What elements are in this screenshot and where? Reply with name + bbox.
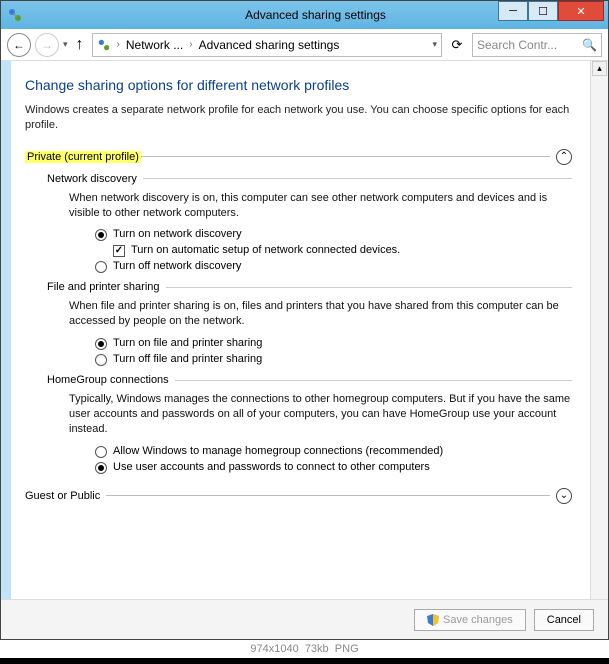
crumb-sep-icon: › <box>187 39 194 50</box>
divider <box>143 178 572 179</box>
network-icon <box>97 38 111 52</box>
caption-size: 73kb <box>305 643 329 655</box>
caption-dims: 974x1040 <box>250 643 298 655</box>
scroll-up-icon[interactable]: ▴ <box>592 61 607 76</box>
radio-hg-use-label: Use user accounts and passwords to conne… <box>113 461 430 473</box>
radio-hg-allow[interactable] <box>95 446 107 458</box>
expand-guest-button[interactable]: ⌄ <box>556 488 572 504</box>
radio-fp-on-label: Turn on file and printer sharing <box>113 337 262 349</box>
footer: Save changes Cancel <box>1 599 608 639</box>
collapse-private-button[interactable]: ⌃ <box>556 149 572 165</box>
checkbox-nd-auto[interactable] <box>113 245 125 257</box>
crumb-advanced-sharing[interactable]: Advanced sharing settings <box>199 38 340 52</box>
recent-dropdown-icon[interactable]: ▾ <box>63 39 68 50</box>
left-gutter <box>1 61 11 599</box>
maximize-button[interactable]: ☐ <box>528 1 558 21</box>
section-guest-label: Guest or Public <box>25 490 106 502</box>
page-intro: Windows creates a separate network profi… <box>25 103 572 133</box>
up-button[interactable]: ↑ <box>72 37 88 53</box>
titlebar: Advanced sharing settings ─ ☐ ✕ <box>1 1 608 29</box>
section-private: Private (current profile) ⌃ <box>25 149 572 165</box>
radio-fp-off-label: Turn off file and printer sharing <box>113 353 262 365</box>
control-panel-icon <box>7 7 23 23</box>
homegroup-label: HomeGroup connections <box>47 374 175 386</box>
save-changes-label: Save changes <box>443 614 513 626</box>
breadcrumb[interactable]: › Network ... › Advanced sharing setting… <box>92 33 442 57</box>
back-button[interactable]: ← <box>7 33 31 57</box>
refresh-button[interactable]: ⟳ <box>446 34 468 56</box>
section-private-label: Private (current profile) <box>25 151 141 163</box>
radio-hg-use[interactable] <box>95 462 107 474</box>
navigation-bar: ← → ▾ ↑ › Network ... › Advanced sharing… <box>1 29 608 61</box>
search-icon: 🔍 <box>582 38 597 52</box>
radio-nd-on[interactable] <box>95 229 107 241</box>
content-area: Change sharing options for different net… <box>11 61 590 599</box>
divider <box>141 156 550 157</box>
cancel-label: Cancel <box>547 614 581 626</box>
file-printer-desc: When file and printer sharing is on, fil… <box>69 299 572 329</box>
network-discovery-label: Network discovery <box>47 173 143 185</box>
radio-fp-on[interactable] <box>95 338 107 350</box>
window-frame: Advanced sharing settings ─ ☐ ✕ ← → ▾ ↑ … <box>0 0 609 640</box>
divider <box>106 495 550 496</box>
checkbox-nd-auto-label: Turn on automatic setup of network conne… <box>131 244 400 256</box>
subsection-homegroup: HomeGroup connections <box>47 374 572 386</box>
image-caption: 974x1040 73kb PNG <box>0 640 609 658</box>
uac-shield-icon <box>427 614 439 626</box>
cancel-button[interactable]: Cancel <box>534 609 594 631</box>
close-button[interactable]: ✕ <box>558 1 604 21</box>
radio-nd-off-label: Turn off network discovery <box>113 260 241 272</box>
radio-nd-on-label: Turn on network discovery <box>113 228 242 240</box>
caption-type: PNG <box>335 643 359 655</box>
crumb-sep-icon: › <box>115 39 122 50</box>
crumb-network[interactable]: Network ... <box>126 38 183 52</box>
search-input[interactable]: Search Contr... 🔍 <box>472 33 602 57</box>
divider <box>166 287 572 288</box>
forward-button[interactable]: → <box>35 33 59 57</box>
radio-hg-allow-label: Allow Windows to manage homegroup connec… <box>113 445 443 457</box>
network-discovery-desc: When network discovery is on, this compu… <box>69 191 572 221</box>
homegroup-desc: Typically, Windows manages the connectio… <box>69 392 572 437</box>
radio-fp-off[interactable] <box>95 354 107 366</box>
page-heading: Change sharing options for different net… <box>25 77 572 93</box>
divider <box>175 380 572 381</box>
minimize-button[interactable]: ─ <box>498 1 528 21</box>
file-printer-label: File and printer sharing <box>47 281 166 293</box>
scrollbar[interactable]: ▴ <box>590 61 608 599</box>
section-guest: Guest or Public ⌄ <box>25 488 572 504</box>
search-placeholder: Search Contr... <box>477 38 557 52</box>
subsection-file-printer: File and printer sharing <box>47 281 572 293</box>
radio-nd-off[interactable] <box>95 261 107 273</box>
save-changes-button[interactable]: Save changes <box>414 609 526 631</box>
subsection-network-discovery: Network discovery <box>47 173 572 185</box>
address-dropdown-icon[interactable]: ▾ <box>432 39 437 50</box>
